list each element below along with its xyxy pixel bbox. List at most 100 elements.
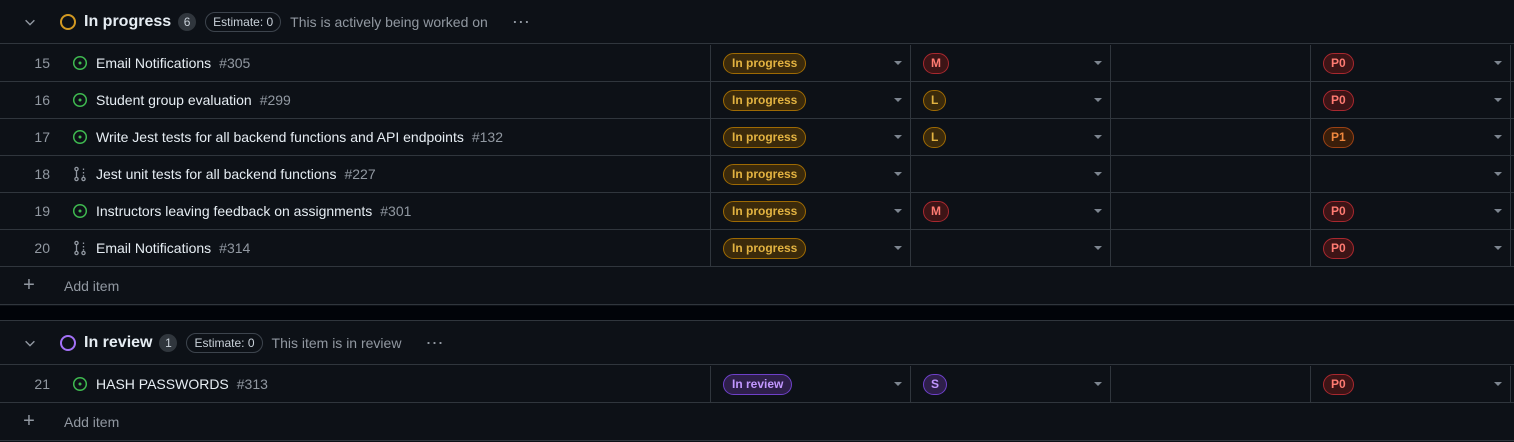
empty-field-cell[interactable] [1111, 45, 1311, 81]
more-options-icon[interactable]: ⋯ [425, 334, 444, 352]
dropdown-caret-icon[interactable] [894, 209, 902, 213]
dropdown-caret-icon[interactable] [1094, 209, 1102, 213]
dropdown-caret-icon[interactable] [1094, 382, 1102, 386]
status-cell[interactable]: In review [711, 366, 911, 402]
priority-badge: P0 [1323, 52, 1354, 74]
more-options-icon[interactable]: ⋯ [512, 13, 531, 31]
dropdown-caret-icon[interactable] [1494, 209, 1502, 213]
size-cell[interactable]: L [911, 82, 1111, 118]
size-badge: L [923, 126, 947, 148]
priority-cell[interactable]: P1 [1311, 119, 1511, 155]
dropdown-caret-icon[interactable] [1494, 61, 1502, 65]
issue-title-link[interactable]: Student group evaluation [96, 92, 252, 108]
issue-title-link[interactable]: Write Jest tests for all backend functio… [96, 129, 464, 145]
size-cell[interactable] [911, 156, 1111, 192]
pull-request-icon [72, 240, 88, 256]
dropdown-caret-icon[interactable] [894, 246, 902, 250]
dropdown-caret-icon[interactable] [894, 382, 902, 386]
table-row[interactable]: 18 Jest unit tests for all backend funct… [0, 156, 1514, 193]
in-progress-status-icon [60, 13, 76, 30]
plus-icon: + [23, 274, 35, 296]
dropdown-caret-icon[interactable] [1094, 61, 1102, 65]
size-cell[interactable]: M [911, 193, 1111, 229]
table-row[interactable]: 16 Student group evaluation #299 In prog… [0, 82, 1514, 119]
status-badge: In progress [723, 89, 807, 111]
issue-title-link[interactable]: Jest unit tests for all backend function… [96, 166, 336, 182]
priority-badge: P0 [1323, 237, 1354, 259]
group-title: In progress [84, 12, 172, 30]
table-row[interactable]: 20 Email Notifications #314 In progress … [0, 230, 1514, 267]
collapse-chevron-icon[interactable] [0, 321, 60, 364]
add-item-label: Add item [64, 277, 120, 294]
size-badge: M [923, 52, 949, 74]
priority-cell[interactable]: P0 [1311, 230, 1511, 266]
size-cell[interactable]: L [911, 119, 1111, 155]
row-number: 15 [34, 55, 50, 71]
group-description: This item is in review [271, 334, 402, 351]
dropdown-caret-icon[interactable] [1094, 135, 1102, 139]
group-separator [0, 306, 1514, 321]
dropdown-caret-icon[interactable] [894, 98, 902, 102]
empty-field-cell[interactable] [1111, 193, 1311, 229]
dropdown-caret-icon[interactable] [894, 135, 902, 139]
dropdown-caret-icon[interactable] [894, 61, 902, 65]
priority-cell[interactable] [1311, 156, 1511, 192]
dropdown-caret-icon[interactable] [1494, 98, 1502, 102]
collapse-chevron-icon[interactable] [0, 0, 60, 43]
issue-title-link[interactable]: Email Notifications [96, 240, 211, 256]
add-item-button[interactable]: + Add item [0, 267, 1514, 305]
size-cell[interactable] [911, 230, 1111, 266]
status-cell[interactable]: In progress [711, 230, 911, 266]
issue-title-link[interactable]: Instructors leaving feedback on assignme… [96, 203, 372, 219]
table-row[interactable]: 19 Instructors leaving feedback on assig… [0, 193, 1514, 230]
row-number: 20 [34, 240, 50, 256]
dropdown-caret-icon[interactable] [1494, 172, 1502, 176]
pull-request-icon [72, 166, 88, 182]
dropdown-caret-icon[interactable] [894, 172, 902, 176]
dropdown-caret-icon[interactable] [1494, 382, 1502, 386]
status-badge: In progress [723, 163, 807, 185]
estimate-badge: Estimate: 0 [186, 332, 263, 353]
dropdown-caret-icon[interactable] [1494, 135, 1502, 139]
issue-number: #305 [219, 55, 251, 71]
size-cell[interactable]: S [911, 366, 1111, 402]
issue-title-link[interactable]: HASH PASSWORDS [96, 376, 229, 392]
row-number: 16 [34, 92, 50, 108]
status-cell[interactable]: In progress [711, 119, 911, 155]
priority-cell[interactable]: P0 [1311, 193, 1511, 229]
group-title: In review [84, 333, 153, 351]
priority-cell[interactable]: P0 [1311, 366, 1511, 402]
priority-badge: P1 [1323, 126, 1354, 148]
status-badge: In progress [723, 126, 807, 148]
table-row[interactable]: 15 Email Notifications #305 In progress … [0, 45, 1514, 82]
add-item-button[interactable]: + Add item [0, 403, 1514, 441]
dropdown-caret-icon[interactable] [1094, 172, 1102, 176]
issue-number: #313 [236, 376, 268, 392]
table-row[interactable]: 21 HASH PASSWORDS #313 In review S P0 [0, 366, 1514, 403]
empty-field-cell[interactable] [1111, 366, 1311, 402]
issue-number: #132 [471, 129, 503, 145]
issue-number: #314 [219, 240, 251, 256]
empty-field-cell[interactable] [1111, 82, 1311, 118]
status-cell[interactable]: In progress [711, 82, 911, 118]
status-cell[interactable]: In progress [711, 45, 911, 81]
table-row[interactable]: 17 Write Jest tests for all backend func… [0, 119, 1514, 156]
issue-number: #299 [259, 92, 291, 108]
dropdown-caret-icon[interactable] [1094, 98, 1102, 102]
status-cell[interactable]: In progress [711, 156, 911, 192]
status-badge: In review [723, 373, 793, 395]
size-badge: S [923, 373, 948, 395]
dropdown-caret-icon[interactable] [1494, 246, 1502, 250]
issue-title-link[interactable]: Email Notifications [96, 55, 211, 71]
empty-field-cell[interactable] [1111, 119, 1311, 155]
estimate-badge: Estimate: 0 [205, 11, 282, 32]
priority-cell[interactable]: P0 [1311, 45, 1511, 81]
dropdown-caret-icon[interactable] [1094, 246, 1102, 250]
item-count-badge: 6 [178, 12, 197, 31]
priority-cell[interactable]: P0 [1311, 82, 1511, 118]
empty-field-cell[interactable] [1111, 230, 1311, 266]
status-cell[interactable]: In progress [711, 193, 911, 229]
status-badge: In progress [723, 237, 807, 259]
empty-field-cell[interactable] [1111, 156, 1311, 192]
size-cell[interactable]: M [911, 45, 1111, 81]
